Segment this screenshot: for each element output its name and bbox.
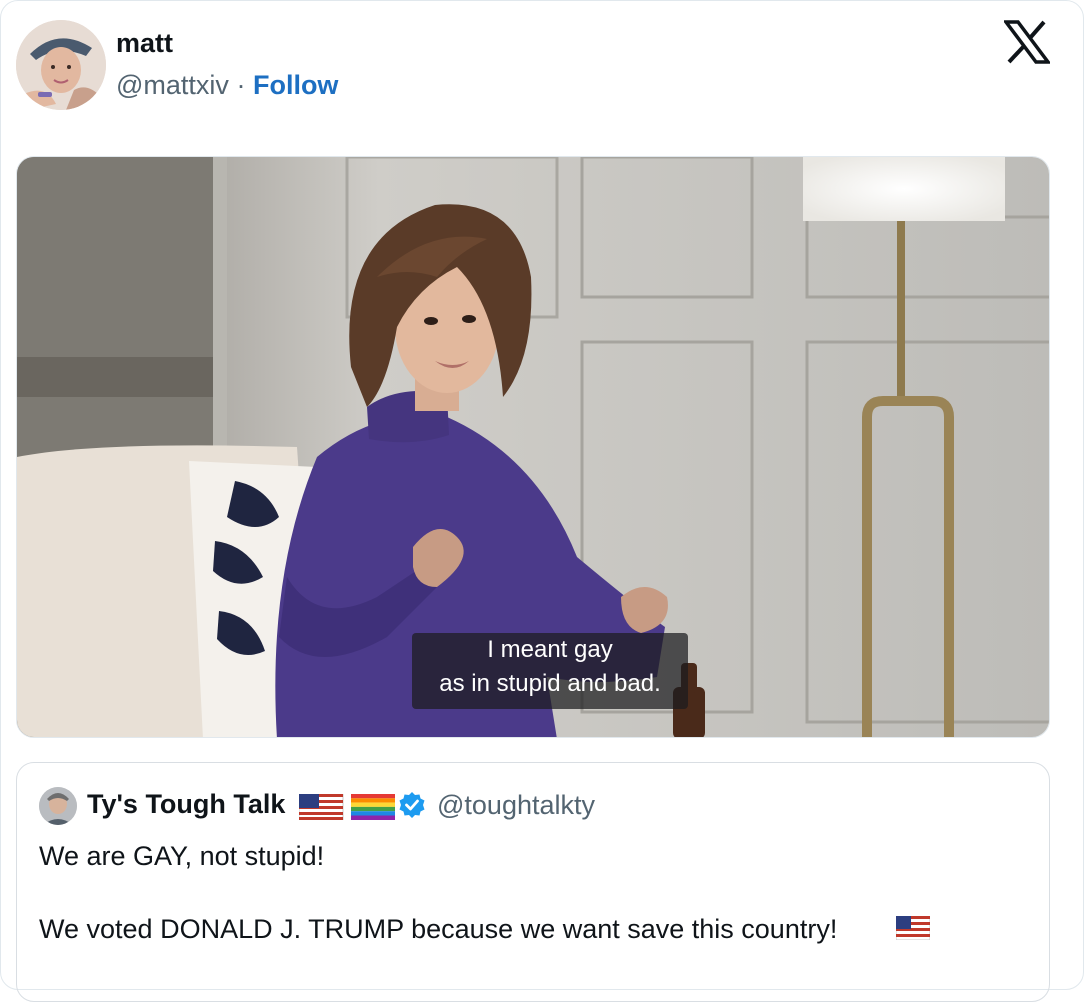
author-name[interactable]: matt bbox=[116, 28, 173, 59]
rainbow-flag-icon bbox=[351, 794, 395, 820]
us-flag-icon bbox=[895, 915, 931, 945]
quoted-avatar-illustration bbox=[39, 787, 77, 825]
quoted-name-emojis bbox=[298, 793, 395, 825]
caption-line-2: as in stupid and bad. bbox=[439, 670, 661, 697]
avatar-illustration bbox=[16, 20, 106, 110]
follow-button[interactable]: Follow bbox=[253, 70, 338, 100]
author-handle-row: @mattxiv · Follow bbox=[116, 70, 338, 101]
quoted-author-avatar[interactable] bbox=[39, 787, 77, 825]
quoted-text-line-2: We voted DONALD J. TRUMP because we want… bbox=[39, 914, 838, 944]
x-logo-icon[interactable] bbox=[1002, 20, 1052, 64]
quoted-author-name[interactable]: Ty's Tough Talk bbox=[87, 789, 285, 820]
author-handle[interactable]: @mattxiv bbox=[116, 70, 229, 100]
us-flag-icon bbox=[298, 793, 344, 821]
quoted-text-line-1: We are GAY, not stupid! bbox=[39, 841, 325, 871]
author-avatar[interactable] bbox=[16, 20, 106, 110]
separator-dot: · bbox=[236, 70, 246, 100]
tweet-media-video[interactable]: I meant gay as in stupid and bad. bbox=[16, 156, 1050, 738]
caption-line-1: I meant gay bbox=[487, 636, 613, 663]
quoted-tweet-card[interactable]: Ty's Tough Talk @toughtalkty We are GAY,… bbox=[16, 762, 1050, 1002]
video-caption: I meant gay as in stupid and bad. bbox=[412, 633, 688, 709]
verified-badge-icon bbox=[398, 791, 426, 819]
quoted-author-handle[interactable]: @toughtalkty bbox=[437, 790, 595, 821]
